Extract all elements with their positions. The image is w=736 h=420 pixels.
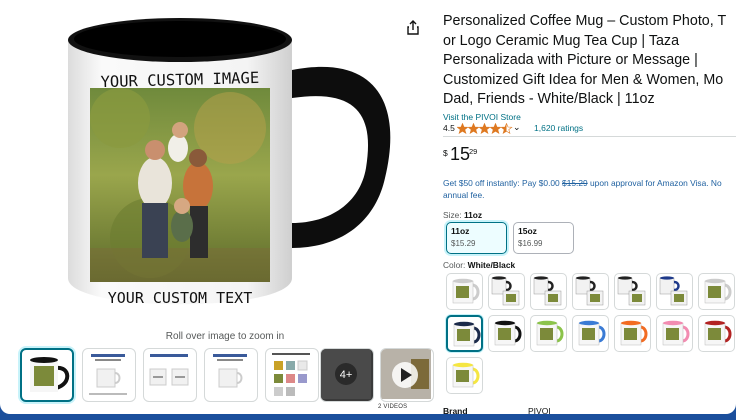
color-swatch[interactable] (446, 315, 483, 352)
thumbnail-strip: 4+ (20, 348, 440, 404)
star-rating-icon[interactable] (456, 122, 513, 136)
videos-label: 2 VIDEOS (378, 404, 408, 410)
promo-text: upon approval for Amazon Visa. No (587, 178, 722, 188)
color-swatch[interactable] (572, 273, 609, 310)
brand-key: Brand (443, 406, 468, 414)
thumbnail-video[interactable] (380, 348, 434, 402)
mug-text-bottom: YOUR CUSTOM TEXT (108, 289, 253, 307)
rating-row: 4.5 ⌄ 1,620 ratings (443, 122, 736, 136)
size-selected: 11oz (463, 210, 483, 220)
color-swatch[interactable] (656, 315, 693, 352)
color-swatch[interactable] (614, 315, 651, 352)
promo-strike-price: $15.29 (562, 178, 588, 188)
title-line: Personalized Coffee Mug – Custom Photo, … (443, 13, 727, 29)
color-swatch[interactable] (530, 273, 567, 310)
main-product-image[interactable]: YOUR CUSTOM IMAGE YOUR CUSTOM TEXT (30, 8, 402, 326)
color-selected: White/Black (467, 260, 516, 270)
thumbnail-front-back[interactable] (143, 348, 197, 402)
product-title: Personalized Coffee Mug – Custom Photo, … (443, 12, 736, 110)
thumbnail-customize-1[interactable] (82, 348, 136, 402)
promo-text: Get $50 off instantly: Pay $0.00 (443, 178, 563, 188)
thumbnail-customize-2[interactable] (204, 348, 258, 402)
price-whole: 15 (450, 144, 471, 164)
color-swatch[interactable] (698, 315, 735, 352)
thumbnail-more[interactable]: 4+ (320, 348, 374, 402)
promo-text: annual fee. (443, 189, 485, 200)
ratings-count-link[interactable]: 1,620 ratings (534, 123, 583, 133)
size-label: Size: 11oz (443, 210, 483, 220)
color-swatch[interactable] (572, 315, 609, 352)
size-option-15oz[interactable]: 15oz $16.99 (513, 222, 574, 254)
title-line: Customized Gift Idea for Men & Women, Mo (443, 71, 724, 88)
more-count: 4+ (340, 369, 353, 381)
divider (443, 136, 736, 137)
zoom-hint: Roll over image to zoom in (165, 331, 285, 342)
color-swatch[interactable] (614, 273, 651, 310)
rating-value: 4.5 (443, 123, 455, 133)
color-swatch[interactable] (698, 273, 735, 310)
title-line: Dad, Friends - White/Black | 11oz (443, 91, 655, 108)
color-swatch[interactable] (530, 315, 567, 352)
product-page: YOUR CUSTOM IMAGE YOUR CUSTOM TEXT Roll … (0, 0, 736, 414)
color-swatch[interactable] (446, 273, 483, 310)
thumbnail-gift-ideas[interactable] (265, 348, 319, 402)
title-line: or Logo Ceramic Mug Tea Cup | Taza (443, 32, 680, 49)
chevron-down-icon[interactable]: ⌄ (513, 122, 521, 133)
share-icon[interactable] (405, 20, 421, 36)
color-swatch[interactable] (656, 273, 693, 310)
price-symbol: $ (443, 148, 448, 158)
color-swatch[interactable] (446, 357, 483, 394)
price-fraction: 29 (469, 147, 478, 156)
title-line: Personalizada with Picture or Message | (443, 52, 698, 69)
store-link[interactable]: Visit the PIVOI Store (443, 112, 521, 122)
size-option-11oz[interactable]: 11oz $15.29 (446, 222, 507, 254)
thumbnail-main[interactable] (20, 348, 74, 402)
color-swatch[interactable] (488, 273, 525, 310)
color-label: Color: White/Black (443, 260, 516, 270)
promo-offer[interactable]: Get $50 off instantly: Pay $0.00 $15.29 … (443, 178, 736, 201)
color-swatch[interactable] (488, 315, 525, 352)
brand-value: PIVOI (528, 406, 551, 414)
